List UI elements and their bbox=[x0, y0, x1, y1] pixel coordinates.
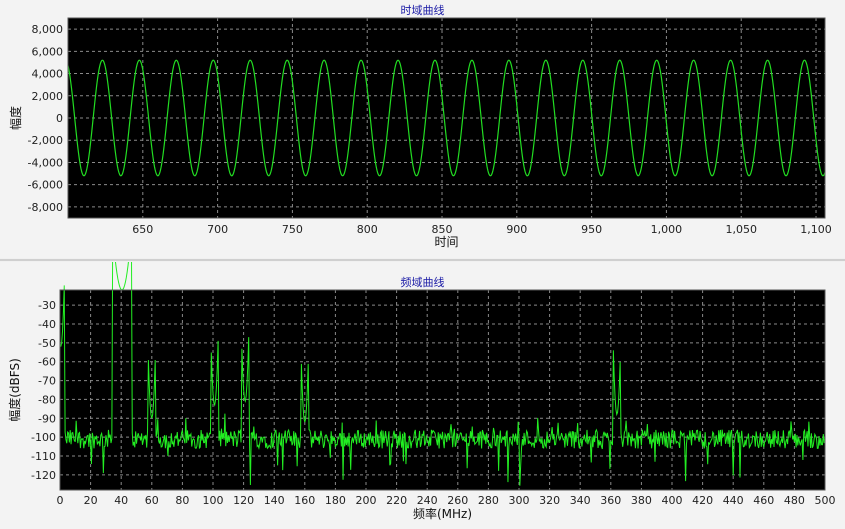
freq-ytick-label: -80 bbox=[38, 393, 56, 406]
freq-xaxis-label: 频率(MHz) bbox=[413, 506, 472, 521]
time-domain-chart: 8,000 6,000 4,000 2,000 0 -2,000 -4,000 -6,000 -… bbox=[8, 17, 832, 249]
freq-xtick-label: 380 bbox=[631, 494, 652, 507]
freq-xtick-label: 420 bbox=[692, 494, 713, 507]
freq-xtick-label: 0 bbox=[57, 494, 64, 507]
freq-xtick-label: 240 bbox=[417, 494, 438, 507]
freq-xtick-label: 160 bbox=[294, 494, 315, 507]
freq-xtick-label: 460 bbox=[753, 494, 774, 507]
time-xaxis-label: 时间 bbox=[434, 235, 458, 249]
freq-ytick-label: -90 bbox=[38, 412, 56, 425]
freq-ytick-label: -110 bbox=[31, 450, 56, 463]
freq-ytick-label: -50 bbox=[38, 337, 56, 350]
freq-ytick-label: -60 bbox=[38, 356, 56, 369]
time-xtick-label: 700 bbox=[207, 223, 228, 236]
freq-xtick-label: 340 bbox=[570, 494, 591, 507]
freq-xtick-label: 40 bbox=[114, 494, 128, 507]
time-ytick-label: -2,000 bbox=[28, 134, 63, 147]
time-xtick-label: 750 bbox=[282, 223, 303, 236]
freq-xtick-label: 260 bbox=[447, 494, 468, 507]
freq-xtick-label: 100 bbox=[203, 494, 224, 507]
time-xtick-label: 950 bbox=[581, 223, 602, 236]
freq-xtick-label: 440 bbox=[723, 494, 744, 507]
time-ytick-label: 8,000 bbox=[32, 23, 64, 36]
time-yaxis-label: 幅度 bbox=[8, 106, 23, 130]
freq-xtick-label: 220 bbox=[386, 494, 407, 507]
time-ytick-label: 4,000 bbox=[32, 68, 64, 81]
freq-xtick-label: 360 bbox=[600, 494, 621, 507]
time-ytick-label: 6,000 bbox=[32, 45, 64, 58]
freq-xtick-label: 320 bbox=[539, 494, 560, 507]
frequency-domain-chart: -30 -40 -50 -60 -70 -80 -90 -100 -110 -1200 20 40 60… bbox=[7, 262, 836, 521]
panel-divider bbox=[0, 259, 845, 261]
freq-xtick-label: 480 bbox=[784, 494, 805, 507]
time-xtick-label: 1,000 bbox=[651, 223, 683, 236]
time-ytick-label: 2,000 bbox=[32, 90, 64, 103]
time-ytick-label: -6,000 bbox=[28, 179, 63, 192]
time-domain-panel: 时域曲线 8,000 6,000 4,000 2,000 0 -2,000 -4,000 -6… bbox=[0, 0, 845, 258]
freq-ytick-label: -40 bbox=[38, 318, 56, 331]
freq-xtick-label: 200 bbox=[356, 494, 377, 507]
freq-ytick-label: -70 bbox=[38, 375, 56, 388]
freq-ytick-label: -30 bbox=[38, 299, 56, 312]
time-ytick-label: -8,000 bbox=[28, 201, 63, 214]
freq-ytick-label: -100 bbox=[31, 431, 56, 444]
time-xtick-label: 1,050 bbox=[725, 223, 757, 236]
frequency-domain-panel: 频域曲线 -30 -40 -50 -60 -70 -80 -90 -100 -110 -120 0 2… bbox=[0, 262, 845, 529]
freq-xtick-label: 80 bbox=[175, 494, 189, 507]
time-xtick-label: 650 bbox=[132, 223, 153, 236]
time-xtick-label: 800 bbox=[357, 223, 378, 236]
time-ytick-label: -4,000 bbox=[28, 156, 63, 169]
freq-xtick-label: 500 bbox=[815, 494, 836, 507]
freq-xtick-label: 300 bbox=[509, 494, 530, 507]
time-xtick-label: 900 bbox=[506, 223, 527, 236]
time-ytick-label: 0 bbox=[56, 112, 63, 125]
freq-xtick-label: 60 bbox=[145, 494, 159, 507]
freq-xtick-label: 280 bbox=[478, 494, 499, 507]
time-xtick-label: 1,100 bbox=[800, 223, 832, 236]
freq-yaxis-label: 幅度(dBFS) bbox=[7, 358, 22, 422]
freq-xtick-label: 140 bbox=[264, 494, 285, 507]
freq-xtick-label: 400 bbox=[662, 494, 683, 507]
freq-plot-area bbox=[60, 290, 825, 490]
freq-ytick-label: -120 bbox=[31, 469, 56, 482]
freq-xtick-label: 20 bbox=[84, 494, 98, 507]
freq-xtick-label: 120 bbox=[233, 494, 254, 507]
freq-xtick-label: 180 bbox=[325, 494, 346, 507]
